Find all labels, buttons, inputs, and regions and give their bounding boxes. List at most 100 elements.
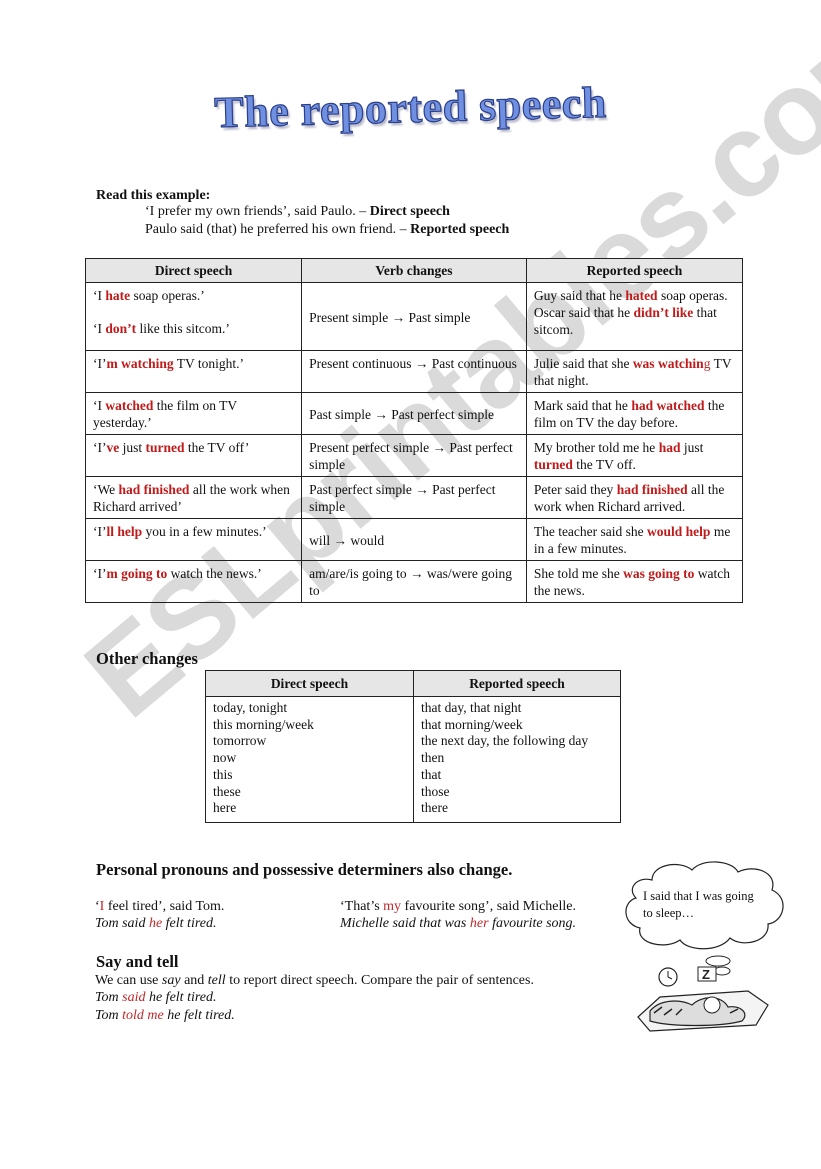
highlighted-text: ll help [106,524,143,539]
text-segment: ‘That’s [340,899,384,914]
expression-item: this morning/week [213,716,314,732]
intro-example-direct: ‘I prefer my own friends’, said Paulo. –… [145,204,450,220]
text-segment: Guy said that he [533,288,626,303]
highlighted-text: didn’t like [633,305,694,320]
other-changes-table: Direct speech Reported speech today, ton… [205,670,621,823]
expression-item: those [421,783,450,799]
highlighted-text: had finished [118,482,190,497]
expression-item: today, tonight [213,700,288,715]
highlighted-text: hated [625,288,658,303]
text-segment: My brother told me he [533,440,659,455]
text-segment: the TV off. [572,457,636,472]
text-segment: ‘I [93,398,106,413]
verb-change-cell: Present simple → Past simple [301,282,527,351]
direct-speech-cell: ‘I’ll help you in a few minutes.’ [84,518,303,561]
example-label: Direct speech [369,204,450,219]
text-segment: just [680,440,704,455]
highlighted-text: turned [533,457,573,472]
column-header: Reported speech [413,670,621,697]
text-segment: Julie said that she [533,356,633,371]
highlighted-text: turned [145,440,185,455]
direct-speech-cell: ‘I watched the film on TV yesterday.’ [84,392,303,435]
expression-item: this [213,766,233,782]
pronoun-example-1: ‘I feel tired’, said Tom. Tom said he fe… [95,898,224,932]
highlighted-text: he [148,916,163,931]
verb-change-cell: Present continuous → Past continuous [301,350,527,393]
text-segment: Tom [95,990,123,1005]
pronoun-example-2: ‘That’s my favourite song’, said Michell… [340,898,576,932]
text-segment: ‘I’ [93,566,107,581]
text-segment: Oscar said that he [533,305,634,320]
text-segment: soap operas. [657,288,728,303]
reported-speech-cell: Mark said that he had watched the film o… [525,392,744,435]
text-segment: Peter said they [533,482,617,497]
reported-speech-cell: The teacher said she would help me in a … [525,518,744,561]
highlighted-text: watched [105,398,154,413]
highlighted-text: my [383,899,402,914]
text-segment: ‘I [93,321,106,336]
expression-item: these [213,783,241,799]
verb-changes-table: Direct speech Verb changes Reported spee… [84,258,744,603]
highlighted-text: her [469,916,489,931]
reported-sentence: Tom said he felt tired. [95,915,224,932]
text-segment: like [139,321,160,336]
direct-speech-cell: ‘I’m going to watch the news.’ [84,560,303,603]
text-segment: Tom [95,1008,123,1023]
expression-item: tomorrow [213,733,267,749]
table-header-row: Direct speech Reported speech [205,670,621,697]
text-segment: you in a few minutes.’ [142,524,267,539]
table-row: ‘I’m going to watch the news.’ am/are/is … [84,560,744,603]
reported-speech-cell: My brother told me he had just turned th… [525,434,744,477]
text-segment: and [180,973,208,988]
text-segment: favourite song’, said Michelle. [401,899,576,914]
expression-item: now [213,750,237,766]
intro-example-reported: Paulo said (that) he preferred his own f… [145,222,509,238]
expression-item: that day, that night [421,700,522,715]
text-segment: ‘I’ [93,356,107,371]
reported-speech-cell: She told me she was going to watch the n… [525,560,744,603]
reported-speech-cell: Julie said that she was watching TV that… [525,350,744,393]
table-row: ‘I watched the film on TV yesterday.’ Pas… [84,392,744,435]
reported-speech-cell: Guy said that he hated soap operas. Oscar… [525,282,744,351]
text-segment: feel tired’, said Tom. [104,899,225,914]
reported-sentence: Michelle said that was her favourite son… [340,915,576,932]
highlighted-text: m going to [106,566,168,581]
verb-change-cell: Past perfect simple → Past perfect simpl… [301,476,527,519]
table-row: ‘I’ll help you in a few minutes.’ will → … [84,518,744,561]
text-segment: just [119,440,146,455]
text-segment: We can use [95,973,162,988]
expression-item: here [213,800,237,816]
column-header: Verb changes [301,258,527,283]
table-row: today, tonight this morning/week tomorrow n… [205,696,621,823]
text-segment: he felt tired. [163,1008,235,1023]
page-title: The reported speech [213,77,608,138]
example-text: Paulo said (that) he preferred his own f… [145,222,411,237]
text-segment: felt tired. [162,916,217,931]
table-row: ‘I hate soap operas.’ ‘I don’t like this … [84,282,744,351]
direct-sentence: ‘I feel tired’, said Tom. [95,898,224,915]
column-header: Reported speech [525,258,744,283]
text-segment: say [161,973,181,988]
highlighted-text: ve [106,440,120,455]
highlighted-text: had finished [616,482,688,497]
highlighted-text: m watching [106,356,174,371]
pronouns-heading: Personal pronouns and possessive determi… [96,860,513,879]
direct-speech-cell: ‘I hate soap operas.’ ‘I don’t like this … [84,282,303,351]
text-segment: ‘I’ [93,524,107,539]
sleeping-cat-icon: Z [637,955,769,1032]
table-row: ‘I’ve just turned the TV off’ Present per… [84,434,744,477]
text-segment: to report direct speech. Compare the pai… [225,973,534,988]
text-segment: ‘I’ [93,440,107,455]
highlighted-text: said [122,990,146,1005]
verb-change-cell: will → would [301,518,527,561]
reported-speech-cell: Peter said they had finished all the wor… [525,476,744,519]
expression-item: that morning/week [421,716,523,732]
text-segment: tell [207,973,226,988]
verb-change-cell: Present perfect simple → Past perfect si… [301,434,527,477]
direct-speech-cell: ‘I’m watching TV tonight.’ [84,350,303,393]
expression-item: there [421,800,448,816]
example-text: ‘I prefer my own friends’, said Paulo. – [145,204,370,219]
other-changes-heading: Other changes [96,649,198,668]
highlighted-text: had watched [631,398,705,413]
svg-text:Z: Z [702,967,710,982]
